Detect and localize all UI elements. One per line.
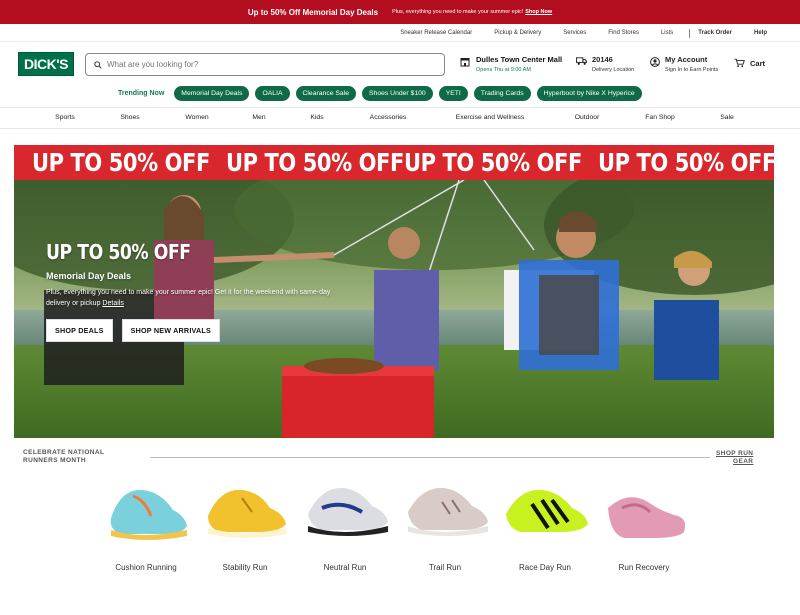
utility-divider xyxy=(689,28,691,38)
search-bar[interactable] xyxy=(85,53,445,76)
account-title: My Account xyxy=(665,55,708,64)
hero-headline: UP TO 50% OFF xyxy=(46,240,191,264)
shop-deals-button[interactable]: SHOP DEALS xyxy=(46,319,113,342)
services-link[interactable]: Services xyxy=(563,30,586,36)
shop-run-gear-line: SHOP RUN xyxy=(716,450,754,457)
shoe-image xyxy=(308,487,388,536)
delivery-location-label: Delivery Location xyxy=(592,67,635,73)
logo-text: DICK'S xyxy=(24,56,68,72)
shoe-image xyxy=(608,497,686,538)
hero-description-text: Plus, everything you need to make your s… xyxy=(46,289,331,307)
trending-chip[interactable]: YETI xyxy=(438,85,468,101)
nav-men[interactable]: Men xyxy=(252,114,265,121)
trending-chip[interactable]: Shoes Under $100 xyxy=(362,85,433,101)
store-selector[interactable]: Dulles Town Center Mall Opens Thu at 9:0… xyxy=(460,55,562,73)
account-subtitle: Sign In to Earn Points xyxy=(665,67,719,73)
category-race-day-run[interactable]: Race Day Run xyxy=(519,563,571,572)
pickup-delivery-link[interactable]: Pickup & Delivery xyxy=(494,30,541,36)
cushion-running-shoe[interactable] xyxy=(103,478,193,558)
ribbon-text: UP TO 50% OFF xyxy=(32,148,210,177)
trending-chip[interactable]: Memorial Day Deals xyxy=(174,85,250,101)
shop-run-gear-line: GEAR xyxy=(733,458,754,465)
category-cushion-running[interactable]: Cushion Running xyxy=(115,563,176,572)
nav-exercise-wellness[interactable]: Exercise and Wellness xyxy=(456,114,525,121)
promo-bar: Up to 50% Off Memorial Day Deals Plus, e… xyxy=(0,0,800,24)
hero-buttons: SHOP DEALS SHOP NEW ARRIVALS xyxy=(46,319,220,342)
category-nav: Sports Shoes Women Men Kids Accessories … xyxy=(0,107,800,129)
user-icon xyxy=(650,57,660,67)
nav-accessories[interactable]: Accessories xyxy=(370,114,407,121)
trending-chip[interactable]: Trading Cards xyxy=(473,85,531,101)
trending-chip[interactable]: Clearance Sale xyxy=(295,85,356,101)
help-link[interactable]: Help xyxy=(754,30,767,36)
cart-icon xyxy=(734,58,745,68)
store-icon xyxy=(460,58,470,67)
promo-title: Up to 50% Off Memorial Day Deals xyxy=(247,7,379,17)
stability-run-shoe[interactable] xyxy=(202,478,292,558)
trail-run-shoe[interactable] xyxy=(402,478,492,558)
shoe-image xyxy=(208,489,286,538)
cart-label: Cart xyxy=(750,58,766,68)
nav-shoes[interactable]: Shoes xyxy=(120,114,139,121)
dicks-logo[interactable]: DICK'S xyxy=(18,52,74,76)
section-divider xyxy=(150,457,710,458)
run-recovery-shoe[interactable] xyxy=(602,478,692,558)
sneaker-calendar-link[interactable]: Sneaker Release Calendar xyxy=(400,30,472,36)
nav-women[interactable]: Women xyxy=(185,114,208,121)
race-day-run-shoe[interactable] xyxy=(502,478,592,558)
hero-sale-ribbon: UP TO 50% OFF UP TO 50% OFF UP TO 50% OF… xyxy=(14,145,774,180)
nav-fan-shop[interactable]: Fan Shop xyxy=(645,114,674,121)
trending-label: Trending Now xyxy=(118,89,165,97)
truck-icon xyxy=(576,57,587,65)
promo-subtitle: Plus, everything you need to make your s… xyxy=(392,9,524,15)
zip-code: 20146 xyxy=(592,55,613,64)
category-trail-run[interactable]: Trail Run xyxy=(429,563,461,572)
shop-run-gear-link[interactable]: SHOP RUN GEAR xyxy=(716,450,753,466)
nav-kids[interactable]: Kids xyxy=(310,114,323,121)
shop-new-arrivals-button[interactable]: SHOP NEW ARRIVALS xyxy=(121,319,220,342)
nav-sports[interactable]: Sports xyxy=(55,114,75,121)
category-stability-run[interactable]: Stability Run xyxy=(223,563,268,572)
store-hours: Opens Thu at 9:00 AM xyxy=(476,67,531,73)
delivery-location[interactable]: 20146 Delivery Location xyxy=(576,55,634,73)
category-run-recovery[interactable]: Run Recovery xyxy=(619,563,670,572)
nav-outdoor[interactable]: Outdoor xyxy=(575,114,600,121)
ribbon-text: UP TO 50% OFF xyxy=(598,148,774,177)
utility-nav: Sneaker Release Calendar Pickup & Delive… xyxy=(0,25,800,42)
trending-chip[interactable]: OALIA xyxy=(255,85,290,101)
ribbon-text: UP TO 50% OFF xyxy=(226,148,404,177)
hero-copy: UP TO 50% OFF Memorial Day Deals Plus, e… xyxy=(46,240,336,309)
lists-link[interactable]: Lists xyxy=(661,30,673,36)
category-neutral-run[interactable]: Neutral Run xyxy=(324,563,367,572)
account-menu[interactable]: My Account Sign In to Earn Points xyxy=(650,55,718,73)
promo-shop-now-link[interactable]: Shop Now xyxy=(525,9,552,15)
store-name: Dulles Town Center Mall xyxy=(476,55,563,64)
search-icon xyxy=(94,60,102,69)
runners-heading-line: CELEBRATE NATIONAL xyxy=(23,449,105,456)
nav-sale[interactable]: Sale xyxy=(720,114,734,121)
hero-banner[interactable]: UP TO 50% OFF UP TO 50% OFF UP TO 50% OF… xyxy=(14,145,774,438)
trending-bar: Trending Now Memorial Day Deals OALIA Cl… xyxy=(118,85,642,101)
track-order-link[interactable]: Track Order xyxy=(698,30,732,36)
details-link[interactable]: Details xyxy=(102,300,123,307)
hero-description: Plus, everything you need to make your s… xyxy=(46,287,336,309)
shoe-image xyxy=(408,487,488,536)
runners-month-heading: CELEBRATE NATIONAL RUNNERS MONTH xyxy=(23,449,104,465)
find-stores-link[interactable]: Find Stores xyxy=(608,30,639,36)
runners-heading-line: RUNNERS MONTH xyxy=(23,457,86,464)
shoe-image xyxy=(506,489,588,532)
search-input[interactable] xyxy=(107,60,407,69)
neutral-run-shoe[interactable] xyxy=(302,478,392,558)
shoe-image xyxy=(110,489,187,540)
hero-photo-campfire xyxy=(14,180,774,438)
trending-chip[interactable]: Hyperboot by Nike X Hyperice xyxy=(536,85,642,101)
hero-subhead: Memorial Day Deals xyxy=(46,271,132,281)
cart-button[interactable]: Cart xyxy=(734,58,765,68)
ribbon-text: UP TO 50% OFF xyxy=(404,148,582,177)
